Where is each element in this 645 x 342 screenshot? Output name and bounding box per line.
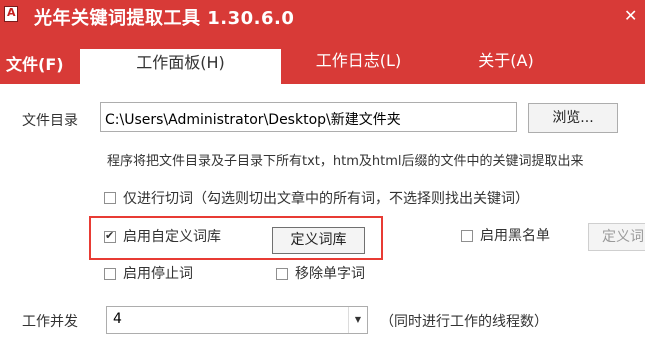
define-blacklist-button[interactable]: 定义词 xyxy=(588,223,645,251)
segment-only-label: 仅进行切词（勾选则切出文章中的所有词，不选择则找出关键词） xyxy=(123,191,529,207)
close-icon: ✕ xyxy=(624,6,638,25)
menu-bar: 文件(F) 工作面板(H) 工作日志(L) 关于(A) xyxy=(0,36,645,84)
app-icon xyxy=(4,6,18,22)
custom-dict-label: 启用自定义词库 xyxy=(123,229,221,245)
chevron-down-icon[interactable]: ▼ xyxy=(348,307,367,333)
description-text: 程序将把文件目录及子目录下所有txt，htm及html后缀的文件中的关键词提取出… xyxy=(107,154,584,169)
concurrency-label: 工作并发 xyxy=(22,314,78,330)
tab-work-panel[interactable]: 工作面板(H) xyxy=(80,47,281,84)
blacklist-checkbox[interactable] xyxy=(461,230,473,242)
custom-dict-checkbox[interactable] xyxy=(104,229,116,243)
blacklist-label: 启用黑名单 xyxy=(480,228,550,244)
dir-path-input[interactable]: C:\Users\Administrator\Desktop\新建文件夹 xyxy=(100,102,517,132)
concurrency-select[interactable]: 4 ▼ xyxy=(106,306,368,334)
dir-label: 文件目录 xyxy=(22,113,78,129)
stopwords-label: 启用停止词 xyxy=(123,266,193,282)
tab-work-log[interactable]: 工作日志(L) xyxy=(281,47,436,84)
segment-only-checkbox[interactable] xyxy=(104,192,116,204)
remove-single-checkbox[interactable] xyxy=(276,268,288,280)
window-title: 光年关键词提取工具 1.30.6.0 xyxy=(34,8,295,29)
concurrency-hint: （同时进行工作的线程数） xyxy=(380,314,548,330)
menu-file[interactable]: 文件(F) xyxy=(6,51,64,75)
concurrency-value: 4 xyxy=(113,311,122,327)
browse-button[interactable]: 浏览... xyxy=(528,103,618,133)
close-button[interactable]: ✕ xyxy=(614,0,645,32)
remove-single-label: 移除单字词 xyxy=(295,266,365,282)
title-bar: 光年关键词提取工具 1.30.6.0 ✕ xyxy=(0,0,645,36)
stopwords-checkbox[interactable] xyxy=(104,268,116,280)
tab-about[interactable]: 关于(A) xyxy=(436,47,576,84)
define-dict-button[interactable]: 定义词库 xyxy=(272,227,365,254)
